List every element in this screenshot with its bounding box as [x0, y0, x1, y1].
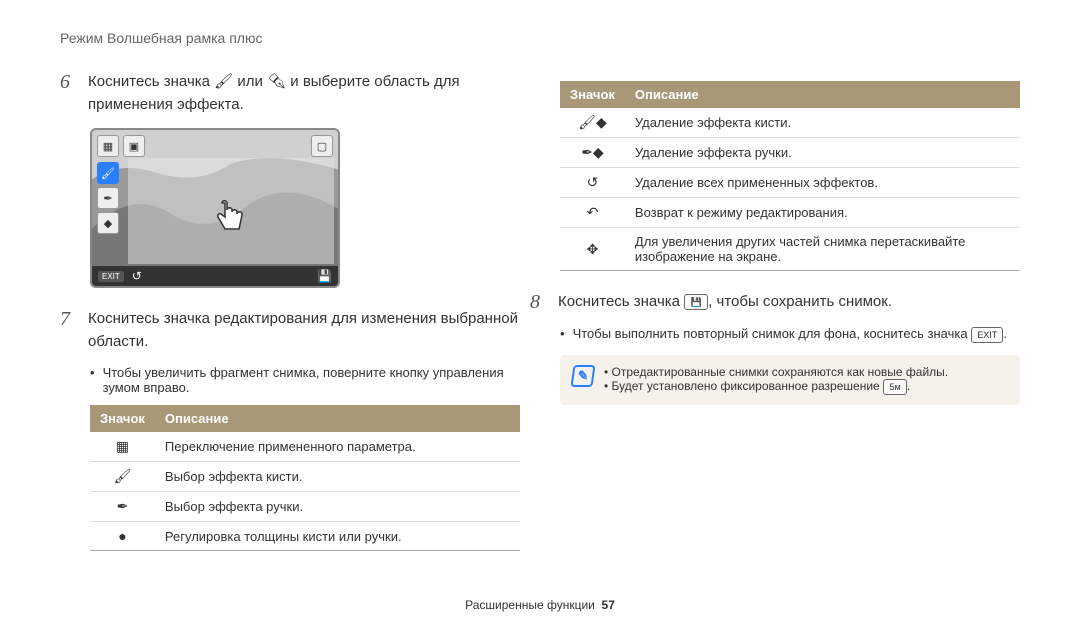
table-row: 🖌Выбор эффекта кисти. [90, 462, 520, 492]
th-desc: Описание [625, 81, 1020, 108]
toggle-icon[interactable]: ▦ [97, 135, 119, 157]
th-icon: Значок [90, 405, 155, 432]
table-row: ✒Выбор эффекта ручки. [90, 492, 520, 522]
note-line: Будет установлено фиксированное разрешен… [604, 379, 948, 395]
note-box: ✎ Отредактированные снимки сохраняются к… [560, 355, 1020, 405]
table-row: ✒◆Удаление эффекта ручки. [560, 138, 1020, 168]
table-row: ↶Возврат к режиму редактирования. [560, 198, 1020, 228]
step-number: 7 [60, 308, 78, 353]
icon-table-2: ЗначокОписание 🖌◆Удаление эффекта кисти.… [560, 81, 1020, 271]
table-row: ↺Удаление всех примененных эффектов. [560, 168, 1020, 198]
pen-icon: ✒ [267, 73, 286, 90]
touch-hand-icon [207, 195, 251, 248]
toggle-param-icon: ▦ [90, 432, 155, 462]
exit-button[interactable]: EXIT [98, 271, 124, 282]
step-bullet: Чтобы выполнить повторный снимок для фон… [560, 326, 1020, 343]
eraser-tool-icon[interactable]: ◆ [97, 212, 119, 234]
pen-tool-icon[interactable]: ✒ [97, 187, 119, 209]
th-icon: Значок [560, 81, 625, 108]
brush-effect-icon: 🖌 [90, 462, 155, 492]
th-desc: Описание [155, 405, 520, 432]
step-number: 6 [60, 71, 78, 116]
table-row: ✥Для увеличения других частей снимка пер… [560, 228, 1020, 271]
table-row: 🖌◆Удаление эффекта кисти. [560, 108, 1020, 138]
icon-table-1: ЗначокОписание ▦Переключение примененног… [90, 405, 520, 551]
undo-icon[interactable]: ↺ [132, 269, 142, 283]
step-bullet: Чтобы увеличить фрагмент снимка, поверни… [90, 365, 520, 395]
brush-icon: 🖌 [214, 73, 233, 90]
page-header: Режим Волшебная рамка плюс [60, 30, 1020, 46]
pen-effect-icon: ✒ [90, 492, 155, 522]
resolution-badge-icon: 5ᴍ [883, 379, 907, 395]
save-icon[interactable]: 💾 [317, 269, 332, 283]
exit-badge-icon: EXIT [971, 327, 1003, 343]
table-row: ●Регулировка толщины кисти или ручки. [90, 522, 520, 551]
erase-brush-icon: 🖌◆ [560, 108, 625, 138]
step-6: 6 Коснитесь значка 🖌 или ✒ и выберите об… [60, 71, 520, 116]
save-disk-icon: 💾 [684, 294, 708, 310]
thickness-icon: ● [90, 522, 155, 551]
table-row: ▦Переключение примененного параметра. [90, 432, 520, 462]
left-column: 6 Коснитесь значка 🖌 или ✒ и выберите об… [60, 71, 520, 571]
step-7: 7 Коснитесь значка редактирования для из… [60, 308, 520, 353]
pan-icon: ✥ [560, 228, 625, 271]
undo-all-icon: ↺ [560, 168, 625, 198]
brush-tool-icon[interactable]: 🖌 [97, 162, 119, 184]
return-edit-icon: ↶ [560, 198, 625, 228]
step-8: 8 Коснитесь значка 💾, чтобы сохранить сн… [530, 291, 1020, 314]
erase-pen-icon: ✒◆ [560, 138, 625, 168]
edit-frame-icon[interactable]: ▣ [123, 135, 145, 157]
step-text: Коснитесь значка редактирования для изме… [88, 308, 520, 353]
page-footer: Расширенные функции 57 [0, 598, 1080, 612]
note-info-icon: ✎ [570, 365, 595, 387]
step-text: Коснитесь значка 🖌 или ✒ и выберите обла… [88, 71, 520, 116]
step-text: Коснитесь значка 💾, чтобы сохранить сним… [558, 291, 892, 314]
right-column: ЗначокОписание 🖌◆Удаление эффекта кисти.… [560, 71, 1020, 571]
step-number: 8 [530, 291, 548, 314]
frame-icon[interactable]: ▢ [311, 135, 333, 157]
note-line: Отредактированные снимки сохраняются как… [604, 365, 948, 379]
device-screenshot: ▦ ▣ ▢ 🖌 ✒ ◆ EXIT ↺ 💾 [90, 128, 340, 288]
